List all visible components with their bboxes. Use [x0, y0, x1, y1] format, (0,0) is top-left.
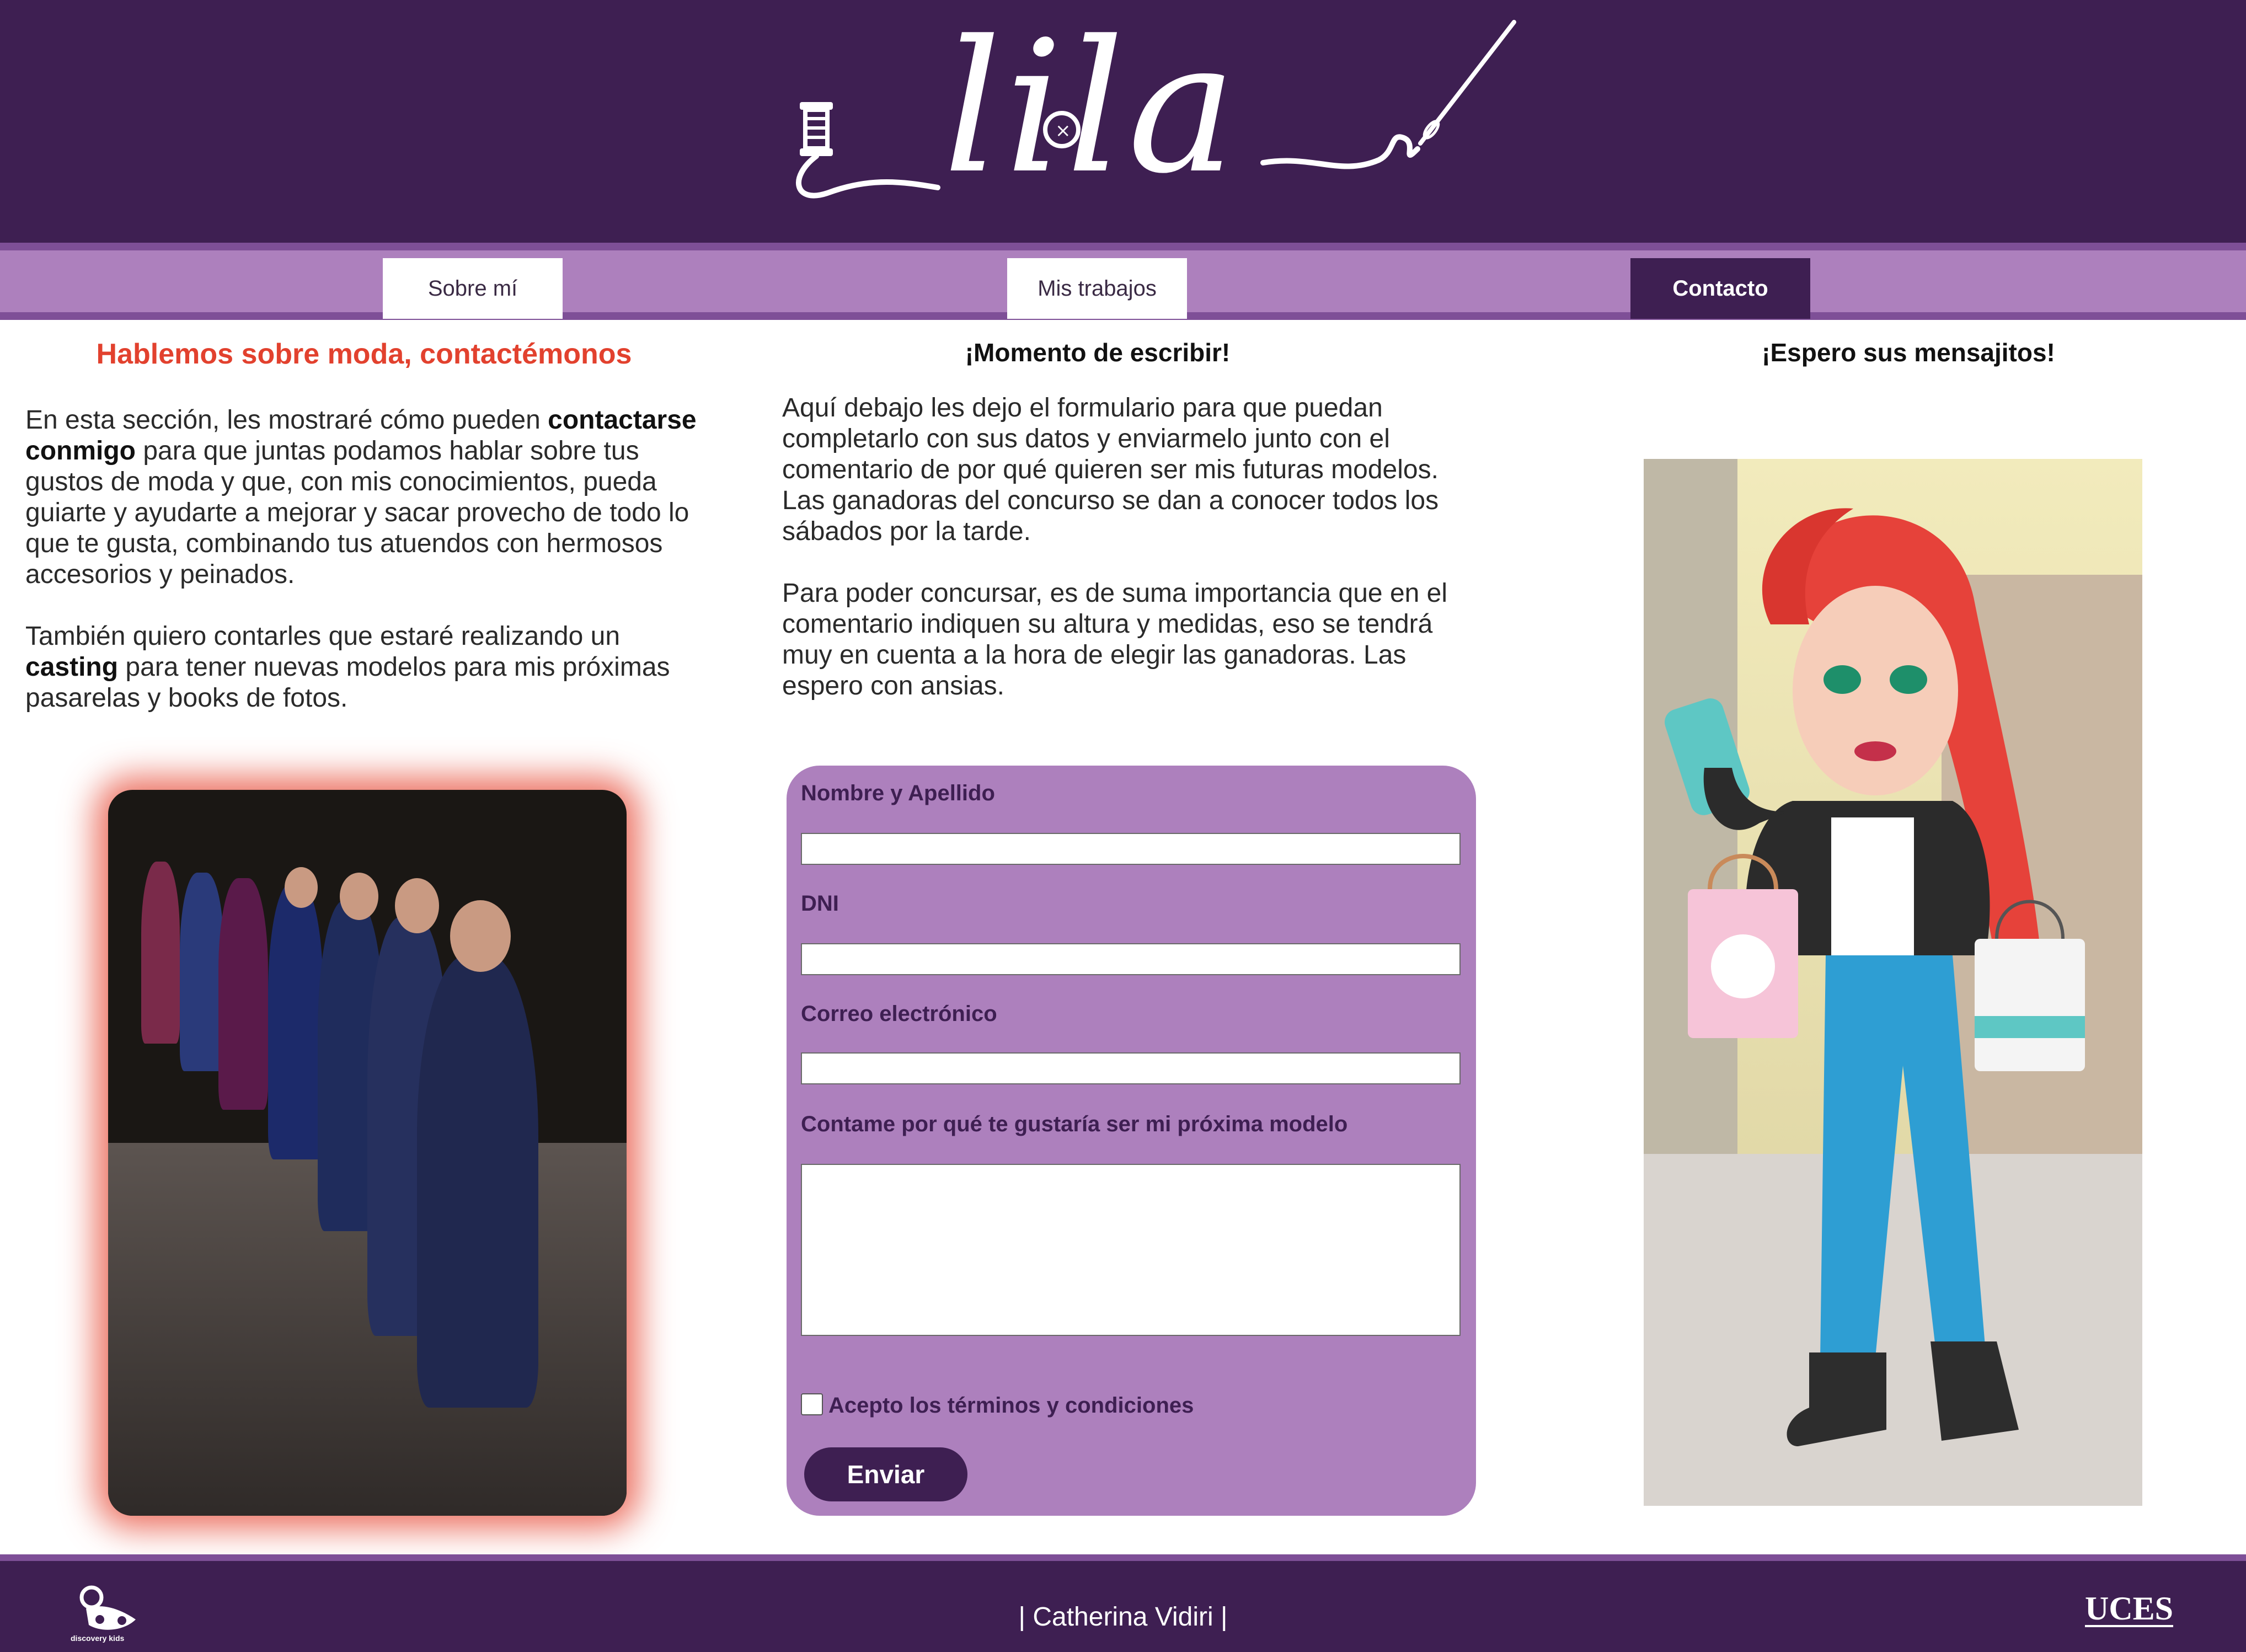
left-paragraph-1: En esta sección, les mostraré cómo puede… [25, 405, 715, 590]
email-label: Correo electrónico [801, 1002, 997, 1026]
discovery-kids-caption: discovery kids [71, 1634, 125, 1643]
nav-item-mis-trabajos[interactable]: Mis trabajos [1007, 258, 1187, 319]
dni-field[interactable] [801, 943, 1461, 975]
author-credit: | Catherina Vidiri | [1018, 1602, 1228, 1632]
logo-text: lila [943, 2, 1240, 213]
cartoon-girl-illustration [1665, 508, 2085, 1446]
main-nav: Sobre mí Mis trabajos Contacto [0, 243, 2246, 320]
model-figure [180, 873, 224, 1071]
cartoon-character-image [1644, 459, 2142, 1506]
site-footer: discovery kids | Catherina Vidiri | UCES [0, 1554, 2246, 1652]
site-header: × lila [0, 0, 2246, 243]
text-span: También quiero contarles que estaré real… [25, 622, 621, 651]
middle-paragraph-2: Para poder concursar, es de suma importa… [782, 579, 1448, 701]
submit-button[interactable]: Enviar [804, 1447, 967, 1501]
model-head [285, 867, 318, 908]
bold-casting: casting [25, 653, 119, 682]
dni-label: DNI [801, 891, 839, 916]
model-head [340, 873, 378, 920]
left-title: Hablemos sobre moda, contactémonos [96, 338, 632, 370]
middle-title: ¡Momento de escribir! [965, 338, 1231, 367]
model-head [450, 900, 511, 972]
middle-paragraph-1: Aquí debajo les dejo el formulario para … [782, 393, 1439, 546]
model-figure [268, 884, 323, 1159]
runway-photo [108, 790, 627, 1516]
message-textarea[interactable] [801, 1164, 1461, 1336]
message-label: Contame por qué te gustaría ser mi próxi… [801, 1112, 1348, 1136]
model-head [395, 878, 439, 933]
name-label: Nombre y Apellido [801, 781, 995, 805]
nav-item-contacto[interactable]: Contacto [1630, 258, 1810, 319]
model-figure [141, 862, 180, 1044]
lila-logo[interactable]: × lila [783, 11, 1522, 243]
contact-form: Nombre y Apellido DNI Correo electrónico… [787, 766, 1476, 1516]
terms-label[interactable]: Acepto los términos y condiciones [828, 1393, 1194, 1418]
terms-checkbox[interactable] [801, 1393, 823, 1415]
right-title: ¡Espero sus mensajitos! [1762, 338, 2055, 367]
text-span: para tener nuevas modelos para mis próxi… [25, 653, 670, 713]
left-paragraph-2: También quiero contarles que estaré real… [25, 621, 715, 714]
text-span: En esta sección, les mostraré cómo puede… [25, 405, 548, 435]
uces-logo[interactable]: UCES [2085, 1592, 2174, 1627]
model-figure [417, 955, 538, 1408]
model-figure [218, 878, 268, 1110]
email-field[interactable] [801, 1052, 1461, 1084]
nav-item-sobre-mi[interactable]: Sobre mí [383, 258, 563, 319]
name-field[interactable] [801, 833, 1461, 865]
